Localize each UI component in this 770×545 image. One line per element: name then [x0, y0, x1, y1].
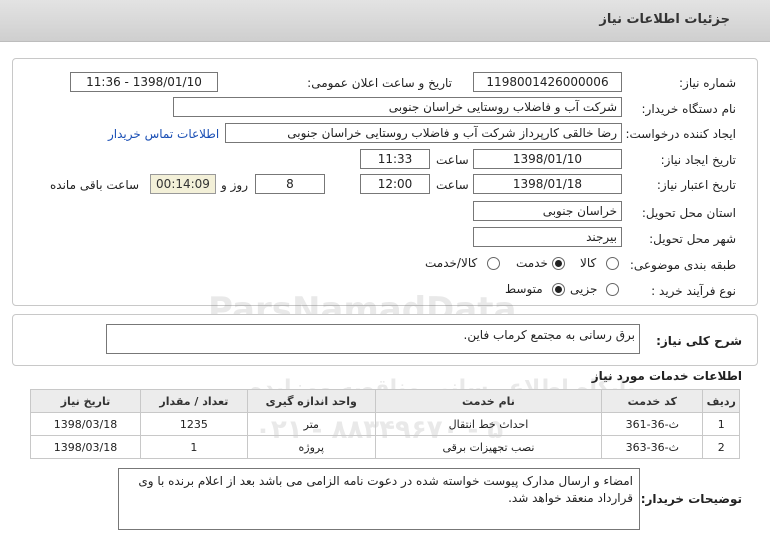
- col-service-code: کد خدمت: [601, 389, 704, 413]
- row-number-cell: 1: [702, 412, 740, 436]
- buyer-label: نام دستگاه خریدار:: [641, 102, 737, 116]
- col-quantity: تعداد / مقدار: [140, 389, 248, 413]
- validity-label: تاریخ اعتبار نیاز:: [656, 178, 736, 192]
- validity-days-label: روز و: [221, 178, 248, 192]
- announce-field[interactable]: 1398/01/10 - 11:36: [70, 72, 218, 92]
- city-field[interactable]: بیرجند: [473, 227, 622, 247]
- requester-label: ایجاد کننده درخواست:: [625, 127, 736, 141]
- validity-time-label: ساعت: [436, 178, 469, 192]
- created-time-label: ساعت: [436, 153, 469, 167]
- category-goods-radio[interactable]: [606, 257, 619, 270]
- col-unit: واحد اندازه گیری: [246, 389, 376, 413]
- buyer-field[interactable]: شرکت آب و فاضلاب روستایی خراسان جنوبی: [173, 97, 622, 117]
- buyer-notes-label: توضیحات خریدار:: [640, 492, 742, 506]
- created-label: تاریخ ایجاد نیاز:: [660, 153, 736, 167]
- province-field[interactable]: خراسان جنوبی: [473, 201, 622, 221]
- city-label: شهر محل تحویل:: [649, 232, 736, 246]
- table-row: 2 ث-36-363 نصب تجهیزات برقی پروژه 1 1398…: [30, 435, 740, 459]
- province-label: استان محل تحویل:: [641, 206, 736, 220]
- need-date-cell: 1398/03/18: [30, 412, 141, 436]
- service-name-cell: احداث خط انتقال: [374, 412, 603, 436]
- validity-date-field[interactable]: 1398/01/18: [473, 174, 622, 194]
- service-code-cell: ث-36-361: [601, 412, 704, 436]
- services-header-row: ردیف کد خدمت نام خدمت واحد اندازه گیری ت…: [30, 389, 740, 413]
- category-goods-label: کالا: [580, 256, 597, 270]
- process-medium-label: متوسط: [505, 282, 543, 296]
- need-number-field[interactable]: 1198001426000006: [473, 72, 622, 92]
- summary-field[interactable]: برق رسانی به مجتمع کرماب فاین.: [106, 324, 640, 354]
- quantity-cell: 1: [140, 435, 248, 459]
- need-number-label: شماره نیاز:: [679, 76, 736, 90]
- category-service-radio[interactable]: [552, 257, 565, 270]
- process-minor-radio[interactable]: [606, 283, 619, 296]
- remaining-time-label: ساعت باقی مانده: [50, 178, 140, 192]
- process-minor-label: جزیی: [570, 282, 598, 296]
- buyer-contact-link[interactable]: اطلاعات تماس خریدار: [108, 127, 219, 141]
- process-label: نوع فرآیند خرید :: [651, 284, 736, 298]
- category-service-label: خدمت: [516, 256, 548, 270]
- created-time-field[interactable]: 11:33: [360, 149, 430, 169]
- category-goods-service-radio[interactable]: [487, 257, 500, 270]
- unit-cell: متر: [246, 412, 376, 436]
- service-code-cell: ث-36-363: [601, 435, 704, 459]
- summary-label: شرح کلی نیاز:: [656, 334, 742, 348]
- service-name-cell: نصب تجهیزات برقی: [374, 435, 603, 459]
- page-title: جزئیات اطلاعات نیاز: [599, 12, 730, 27]
- announce-label: تاریخ و ساعت اعلان عمومی:: [307, 76, 452, 90]
- need-date-cell: 1398/03/18: [30, 435, 141, 459]
- quantity-cell: 1235: [140, 412, 248, 436]
- validity-time-field[interactable]: 12:00: [360, 174, 430, 194]
- created-date-field[interactable]: 1398/01/10: [473, 149, 622, 169]
- category-goods-service-label: کالا/خدمت: [425, 256, 478, 270]
- table-row: 1 ث-36-361 احداث خط انتقال متر 1235 1398…: [30, 412, 740, 436]
- buyer-notes-field[interactable]: امضاء و ارسال مدارک پیوست خواسته شده در …: [118, 468, 640, 530]
- col-need-date: تاریخ نیاز: [30, 389, 141, 413]
- unit-cell: پروژه: [246, 435, 376, 459]
- services-table: ردیف کد خدمت نام خدمت واحد اندازه گیری ت…: [30, 389, 740, 459]
- category-label: طبقه بندی موضوعی:: [629, 258, 736, 272]
- remaining-time-field: 00:14:09: [150, 174, 216, 194]
- process-medium-radio[interactable]: [552, 283, 565, 296]
- col-service-name: نام خدمت: [374, 389, 603, 413]
- validity-days-field[interactable]: 8: [255, 174, 325, 194]
- services-title: اطلاعات خدمات مورد نیاز: [591, 369, 742, 383]
- requester-field[interactable]: رضا خالقی کارپرداز شرکت آب و فاضلاب روست…: [225, 123, 622, 143]
- row-number-cell: 2: [702, 435, 740, 459]
- page-header: جزئیات اطلاعات نیاز: [0, 0, 770, 42]
- col-row-number: ردیف: [702, 389, 740, 413]
